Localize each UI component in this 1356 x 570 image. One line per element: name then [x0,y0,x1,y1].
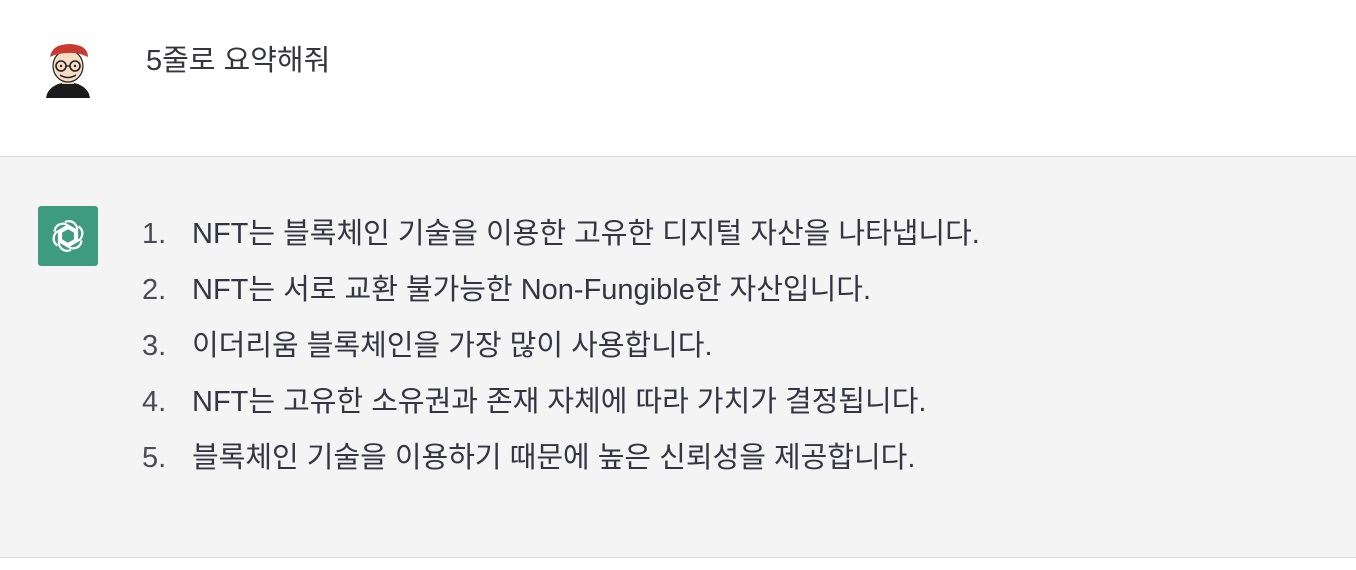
user-avatar [38,38,98,98]
user-message: 5줄로 요약해줘 [0,0,1356,157]
assistant-message: 1. NFT는 블록체인 기술을 이용한 고유한 디지털 자산을 나타냅니다. … [0,157,1356,558]
list-item-text: NFT는 블록체인 기술을 이용한 고유한 디지털 자산을 나타냅니다. [192,218,980,250]
list-item-number: 2. [142,274,167,306]
list-item-text: 이더리움 블록체인을 가장 많이 사용합니다. [192,330,713,362]
openai-logo-icon [38,206,98,266]
user-avatar-icon [38,38,98,98]
list-item: 4. NFT는 고유한 소유권과 존재 자체에 따라 가치가 결정됩니다. [140,382,980,438]
list-item-text: 블록체인 기술을 이용하기 때문에 높은 신뢰성을 제공합니다. [192,442,916,474]
list-item: 1. NFT는 블록체인 기술을 이용한 고유한 디지털 자산을 나타냅니다. [140,214,980,270]
list-item-text: NFT는 고유한 소유권과 존재 자체에 따라 가치가 결정됩니다. [192,386,927,418]
answer-list: 1. NFT는 블록체인 기술을 이용한 고유한 디지털 자산을 나타냅니다. … [140,214,980,494]
list-item: 5. 블록체인 기술을 이용하기 때문에 높은 신뢰성을 제공합니다. [140,438,980,494]
list-item-number: 4. [142,386,167,418]
list-item-number: 5. [142,442,167,474]
list-item-text: NFT는 서로 교환 불가능한 Non-Fungible한 자산입니다. [192,274,872,306]
user-message-text: 5줄로 요약해줘 [146,45,331,77]
list-item-number: 1. [142,218,167,250]
list-item: 3. 이더리움 블록체인을 가장 많이 사용합니다. [140,326,980,382]
openai-logo-glyph [52,220,84,252]
list-item: 2. NFT는 서로 교환 불가능한 Non-Fungible한 자산입니다. [140,270,980,326]
list-item-number: 3. [142,330,167,362]
